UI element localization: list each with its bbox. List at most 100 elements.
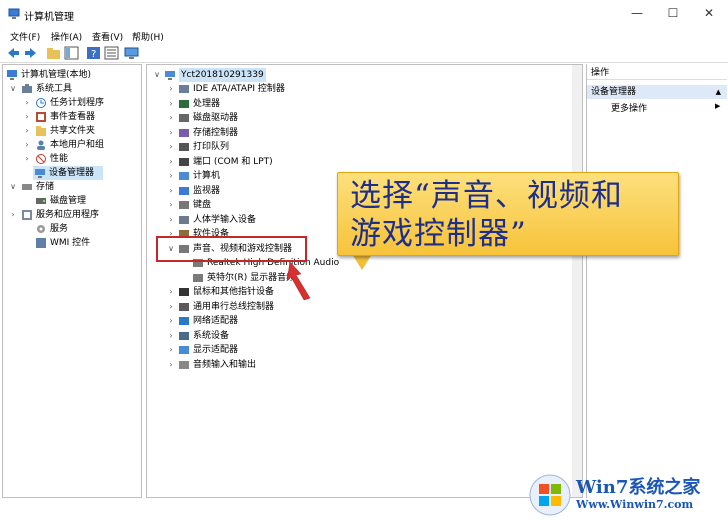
device-label: 显示适配器 bbox=[193, 345, 239, 355]
system-tools-icon bbox=[22, 84, 32, 93]
device-category[interactable]: › 显示适配器 bbox=[149, 343, 469, 357]
tree-item-computer-management[interactable]: 计算机管理(本地) bbox=[5, 68, 141, 82]
expand-arrow-icon[interactable]: › bbox=[167, 314, 175, 328]
expand-arrow-icon[interactable]: › bbox=[167, 198, 175, 212]
tree-item-services-applications[interactable]: › 服务和应用程序 bbox=[5, 208, 141, 222]
site-watermark: Win7系统之家 Www.Winwin7.com bbox=[526, 470, 726, 520]
expand-arrow-icon[interactable]: › bbox=[167, 285, 175, 299]
pointer-arrow-icon bbox=[286, 261, 311, 301]
device-category-icon bbox=[179, 143, 189, 151]
menu-file[interactable]: 文件(F) bbox=[10, 30, 40, 43]
expand-arrow-icon[interactable]: › bbox=[167, 140, 175, 154]
task-scheduler-icon bbox=[36, 98, 46, 108]
actions-header: 操作 bbox=[587, 66, 727, 80]
device-category-icon bbox=[179, 99, 189, 108]
device-category[interactable]: › 打印队列 bbox=[149, 140, 469, 154]
tree-item-task-scheduler[interactable]: › 任务计划程序 bbox=[5, 96, 141, 110]
tree-item-performance[interactable]: › 性能 bbox=[5, 152, 141, 166]
watermark-url: Www.Winwin7.com bbox=[576, 498, 694, 511]
tree-item-device-manager[interactable]: 设备管理器 bbox=[33, 166, 103, 180]
device-label: 计算机 bbox=[193, 171, 221, 181]
show-hide-tree-icon[interactable] bbox=[64, 46, 79, 60]
tree-item-disk-management[interactable]: 磁盘管理 bbox=[5, 194, 141, 208]
device-label: 网络适配器 bbox=[193, 316, 239, 326]
menu-action[interactable]: 操作(A) bbox=[51, 30, 82, 43]
device-tree-pane: ∨ Yct201810291339 › IDE ATA/ATAPI 控制器 › 处理器… bbox=[146, 64, 583, 498]
expand-arrow-icon[interactable]: ∨ bbox=[153, 68, 161, 82]
tree-item-event-viewer[interactable]: › 事件查看器 bbox=[5, 110, 141, 124]
expand-arrow-icon[interactable]: › bbox=[167, 126, 175, 140]
device-category[interactable]: › 端口 (COM 和 LPT) bbox=[149, 155, 469, 169]
device-category[interactable]: › 存储控制器 bbox=[149, 126, 469, 140]
tree-item-storage[interactable]: ∨ 存储 bbox=[5, 180, 141, 194]
device-category-icon bbox=[179, 114, 189, 122]
expand-arrow-icon[interactable]: › bbox=[23, 110, 31, 124]
device-category[interactable]: › 系统设备 bbox=[149, 329, 469, 343]
device-category[interactable]: › 磁盘驱动器 bbox=[149, 111, 469, 125]
expand-arrow-icon[interactable]: › bbox=[167, 343, 175, 357]
expand-arrow-icon[interactable]: › bbox=[23, 96, 31, 110]
computer-management-icon bbox=[8, 8, 20, 19]
device-label: 通用串行总线控制器 bbox=[193, 301, 275, 312]
shared-folder-icon bbox=[36, 126, 46, 136]
vertical-scrollbar[interactable] bbox=[572, 65, 582, 497]
device-category[interactable]: › IDE ATA/ATAPI 控制器 bbox=[149, 82, 469, 96]
expand-arrow-icon[interactable]: › bbox=[167, 300, 175, 314]
expand-arrow-icon[interactable]: › bbox=[167, 358, 175, 372]
back-arrow-icon[interactable] bbox=[6, 46, 21, 60]
device-category[interactable]: › 音频输入和输出 bbox=[149, 358, 469, 372]
windows-logo-icon bbox=[529, 474, 571, 516]
tree-item-local-users-groups[interactable]: › 本地用户和组 bbox=[5, 138, 141, 152]
title-bar: 计算机管理 — ☐ ✕ bbox=[0, 0, 728, 28]
device-category-icon bbox=[179, 157, 189, 166]
device-label: 英特尔(R) 显示器音频 bbox=[207, 272, 296, 283]
tree-item-wmi-control[interactable]: WMI 控件 bbox=[5, 236, 141, 250]
maximize-button[interactable]: ☐ bbox=[656, 0, 690, 28]
expand-arrow-icon[interactable]: › bbox=[23, 138, 31, 152]
expand-arrow-icon[interactable]: › bbox=[167, 97, 175, 111]
forward-arrow-icon[interactable] bbox=[23, 46, 38, 60]
expand-arrow-icon[interactable]: ∨ bbox=[9, 180, 17, 194]
storage-icon bbox=[22, 184, 32, 190]
collapse-arrow-icon[interactable]: ▲ bbox=[716, 85, 721, 99]
expand-arrow-icon[interactable]: › bbox=[167, 213, 175, 227]
close-button[interactable]: ✕ bbox=[692, 0, 726, 28]
actions-pane: 操作 设备管理器 ▲ 更多操作 ▶ bbox=[586, 64, 727, 498]
more-actions-link[interactable]: 更多操作 bbox=[611, 101, 647, 114]
expand-arrow-icon[interactable]: › bbox=[167, 111, 175, 125]
expand-arrow-icon[interactable]: › bbox=[9, 208, 17, 222]
instruction-callout: 选择“声音、视频和 游戏控制器” bbox=[337, 172, 679, 256]
actions-section-device-manager[interactable]: 设备管理器 ▲ bbox=[587, 85, 727, 99]
device-tree-root[interactable]: ∨ Yct201810291339 bbox=[149, 68, 279, 82]
menu-help[interactable]: 帮助(H) bbox=[132, 30, 164, 43]
services-applications-icon bbox=[22, 210, 32, 220]
expand-arrow-icon[interactable]: › bbox=[167, 184, 175, 198]
callout-line-2: 游戏控制器” bbox=[350, 216, 527, 252]
tree-item-system-tools[interactable]: ∨ 系统工具 bbox=[5, 82, 141, 96]
computer-management-icon bbox=[7, 70, 17, 80]
device-category[interactable]: › 网络适配器 bbox=[149, 314, 469, 328]
device-category[interactable]: › 处理器 bbox=[149, 97, 469, 111]
help-icon[interactable]: ? bbox=[86, 46, 101, 60]
device-category-icon bbox=[179, 302, 189, 311]
device-label: 打印队列 bbox=[193, 142, 230, 152]
device-category-icon bbox=[179, 331, 189, 340]
tree-item-shared-folders[interactable]: › 共享文件夹 bbox=[5, 124, 141, 138]
minimize-button[interactable]: — bbox=[620, 0, 654, 28]
tree-item-services[interactable]: 服务 bbox=[5, 222, 141, 236]
device-category-icon bbox=[179, 215, 189, 224]
menu-view[interactable]: 查看(V) bbox=[92, 30, 123, 43]
scan-hardware-icon[interactable] bbox=[124, 46, 139, 60]
expand-arrow-icon[interactable]: › bbox=[167, 329, 175, 343]
expand-arrow-icon[interactable]: › bbox=[167, 82, 175, 96]
up-folder-icon[interactable] bbox=[46, 46, 61, 60]
device-label: 处理器 bbox=[193, 98, 221, 109]
device-manager-icon bbox=[35, 169, 45, 178]
expand-arrow-icon[interactable]: › bbox=[23, 124, 31, 138]
expand-arrow-icon[interactable]: › bbox=[167, 155, 175, 169]
device-category-icon bbox=[179, 128, 189, 137]
expand-arrow-icon[interactable]: › bbox=[23, 152, 31, 166]
properties-icon[interactable] bbox=[104, 46, 119, 60]
expand-arrow-icon[interactable]: ∨ bbox=[9, 82, 17, 96]
expand-arrow-icon[interactable]: › bbox=[167, 169, 175, 183]
